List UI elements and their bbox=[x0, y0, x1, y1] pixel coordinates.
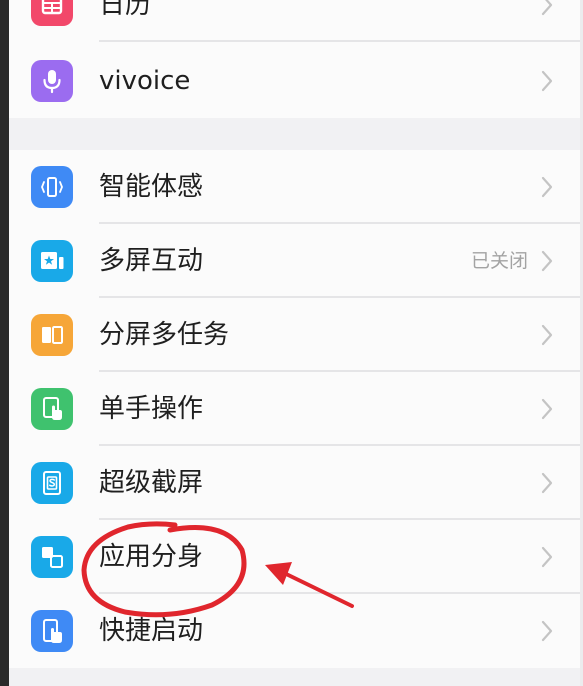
settings-group-2: 智能体感 多屏互动 已关闭 分屏多任务 单手操作 超级截屏 应用分身 快捷启动 bbox=[9, 150, 580, 668]
settings-item-screenshot[interactable]: 超级截屏 bbox=[9, 446, 580, 520]
chevron-right-icon bbox=[541, 324, 553, 346]
divider bbox=[99, 40, 580, 42]
settings-item-label: vivoice bbox=[99, 66, 191, 96]
settings-item-label: 应用分身 bbox=[99, 542, 204, 572]
chevron-right-icon bbox=[541, 70, 553, 92]
settings-item-label: 快捷启动 bbox=[99, 616, 204, 646]
settings-item-one-hand[interactable]: 单手操作 bbox=[9, 372, 580, 446]
settings-item-app-clone[interactable]: 应用分身 bbox=[9, 520, 580, 594]
chevron-right-icon bbox=[541, 620, 553, 642]
status-value: 已关闭 bbox=[470, 250, 528, 272]
settings-item-label: 分屏多任务 bbox=[99, 320, 230, 350]
screenshot-icon bbox=[31, 462, 73, 504]
settings-item-label: 日历 bbox=[99, 0, 152, 20]
split-screen-icon bbox=[31, 314, 73, 356]
settings-item-split-screen[interactable]: 分屏多任务 bbox=[9, 298, 580, 372]
chevron-right-icon bbox=[541, 0, 553, 16]
left-edge bbox=[0, 0, 9, 686]
settings-item-label: 多屏互动 bbox=[99, 246, 204, 276]
settings-item-vivoice[interactable]: vivoice bbox=[9, 44, 580, 118]
multi-screen-icon bbox=[31, 240, 73, 282]
chevron-right-icon bbox=[541, 472, 553, 494]
settings-item-calendar[interactable]: 日历 bbox=[9, 0, 580, 42]
settings-item-motion-sense[interactable]: 智能体感 bbox=[9, 150, 580, 224]
settings-item-multi-screen[interactable]: 多屏互动 已关闭 bbox=[9, 224, 580, 298]
chevron-right-icon bbox=[541, 398, 553, 420]
chevron-right-icon bbox=[541, 546, 553, 568]
motion-sense-icon bbox=[31, 166, 73, 208]
settings-group-1: 日历 vivoice bbox=[9, 0, 580, 118]
calendar-icon bbox=[31, 0, 73, 26]
settings-item-label: 单手操作 bbox=[99, 394, 204, 424]
microphone-icon bbox=[31, 60, 73, 102]
settings-item-label: 超级截屏 bbox=[99, 468, 204, 498]
settings-item-quick-launch[interactable]: 快捷启动 bbox=[9, 594, 580, 668]
app-clone-icon bbox=[31, 536, 73, 578]
quick-launch-icon bbox=[31, 610, 73, 652]
chevron-right-icon bbox=[541, 250, 553, 272]
chevron-right-icon bbox=[541, 176, 553, 198]
settings-item-label: 智能体感 bbox=[99, 172, 204, 202]
one-hand-icon bbox=[31, 388, 73, 430]
